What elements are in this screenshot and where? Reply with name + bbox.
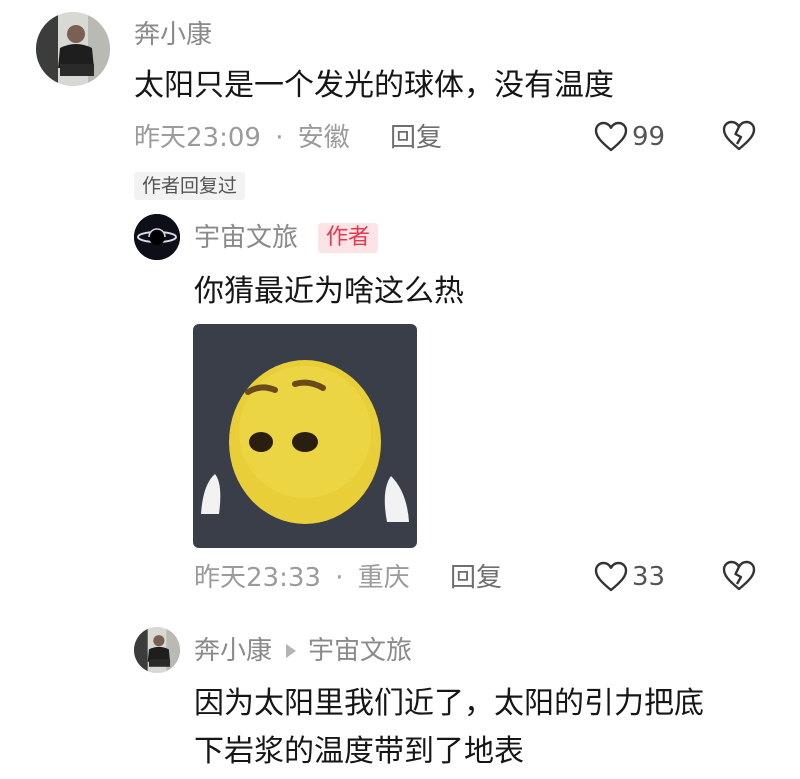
crying-emoji-sticker-icon [193,324,417,548]
comment-location: 安徽 [297,123,350,153]
reply2-text-line2: 下岩浆的温度带到了地表 [194,734,524,769]
reply2-author[interactable]: 奔小康 [194,636,272,666]
heart-icon [594,561,628,592]
comment-reply-button[interactable]: 回复 [390,123,442,153]
comment-text: 太阳只是一个发光的球体，没有温度 [134,68,614,103]
reply1-like-count: 33 [632,562,666,592]
reply1-time: 昨天23:33 [194,563,321,593]
reply1-meta: 昨天23:33 · 重庆 [194,563,410,593]
reply1-author[interactable]: 宇宙文旅 [194,223,298,253]
heart-icon [594,121,628,152]
sticker-image[interactable] [193,324,417,548]
person-photo-icon [134,627,180,673]
comment-meta: 昨天23:09 · 安徽 [134,123,350,153]
comment-author[interactable]: 奔小康 [134,20,212,50]
reply1-dislike-button[interactable] [722,560,756,596]
avatar-yuzhouwenlv[interactable] [134,214,180,260]
author-replied-tag: 作者回复过 [134,172,246,200]
reply2-reply-to[interactable]: 宇宙文旅 [308,636,412,666]
reply2-text-line1: 因为太阳里我们近了，太阳的引力把底 [194,686,704,721]
reply-to-arrow-icon [286,644,297,658]
meta-separator: · [275,123,284,153]
reply1-like-button[interactable]: 33 [594,560,665,594]
meta-separator: · [335,563,344,593]
comment-like-button[interactable]: 99 [594,120,665,154]
reply1-reply-button[interactable]: 回复 [450,563,502,593]
comment-time: 昨天23:09 [134,123,261,153]
author-badge: 作者 [318,223,379,253]
comment-like-count: 99 [632,122,666,152]
person-photo-icon [36,12,110,86]
reply2-header: 奔小康 宇宙文旅 [194,636,412,666]
broken-heart-icon [722,120,756,151]
avatar-benxiaokang[interactable] [134,627,180,673]
avatar-benxiaokang[interactable] [36,12,110,86]
reply1-location: 重庆 [357,563,410,593]
broken-heart-icon [722,560,756,591]
comment-dislike-button[interactable] [722,120,756,156]
black-hole-icon [134,214,180,260]
reply1-text: 你猜最近为啥这么热 [194,274,464,309]
